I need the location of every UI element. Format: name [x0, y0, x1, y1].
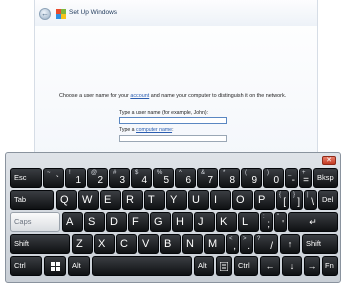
key-h[interactable]: H: [172, 212, 193, 232]
key-x[interactable]: X: [94, 234, 115, 254]
key-w[interactable]: W: [78, 190, 99, 210]
key-ctrl-right[interactable]: Ctrl: [234, 256, 258, 276]
key-right-bracket[interactable]: }]: [290, 190, 303, 210]
account-link[interactable]: account: [130, 93, 149, 99]
key-fn[interactable]: Fn: [322, 256, 338, 276]
key-arrow-right[interactable]: →: [304, 256, 320, 276]
key-4[interactable]: $4: [131, 168, 152, 188]
key-slash[interactable]: ? /: [254, 234, 278, 254]
instruction-text: Choose a user name for your account and …: [59, 93, 287, 99]
key-period[interactable]: >.: [240, 234, 253, 254]
key-esc[interactable]: Esc: [10, 168, 42, 188]
computer-name-input[interactable]: [119, 135, 227, 142]
setup-window: ← Set Up Windows Choose a user name for …: [34, 0, 318, 158]
menu-icon: [220, 262, 228, 271]
key-g[interactable]: G: [150, 212, 171, 232]
up-arrow-icon: ↑: [287, 239, 293, 249]
right-arrow-icon: →: [307, 261, 317, 271]
back-button[interactable]: ←: [39, 8, 51, 20]
key-q[interactable]: Q: [56, 190, 77, 210]
title-bar: ← Set Up Windows: [35, 0, 317, 26]
key-c[interactable]: C: [116, 234, 137, 254]
key-equals[interactable]: + =: [299, 168, 312, 188]
windows-icon: [51, 262, 60, 271]
key-semicolon[interactable]: :;: [260, 212, 273, 232]
key-m[interactable]: M: [204, 234, 225, 254]
username-input[interactable]: [119, 117, 227, 124]
key-arrow-down[interactable]: ↓: [282, 256, 302, 276]
key-l[interactable]: L: [238, 212, 259, 232]
left-arrow-icon: ←: [265, 261, 275, 271]
on-screen-keyboard: ✕ Esc ~ ` ! 1 @2 #3 $4 % 5 ^ 6 & 7 * 8 (9 ) 0 _…: [5, 152, 341, 283]
username-label: Type a user name (for example, John):: [119, 110, 209, 116]
key-7[interactable]: & 7: [197, 168, 218, 188]
windows-logo-icon: [56, 9, 66, 19]
key-j[interactable]: J: [194, 212, 215, 232]
key-minus[interactable]: _ -: [285, 168, 298, 188]
key-quote[interactable]: " ': [274, 212, 287, 232]
key-ctrl-left[interactable]: Ctrl: [10, 256, 42, 276]
key-b[interactable]: B: [160, 234, 181, 254]
key-e[interactable]: E: [100, 190, 121, 210]
key-shift-right[interactable]: Shift: [302, 234, 338, 254]
key-caps-lock[interactable]: Caps: [10, 212, 60, 232]
key-backtick[interactable]: ~ `: [43, 168, 64, 188]
computer-name-label: Type a computer name:: [119, 127, 174, 133]
key-6[interactable]: ^ 6: [175, 168, 196, 188]
key-t[interactable]: T: [144, 190, 165, 210]
enter-arrow-icon: ↵: [309, 217, 317, 227]
key-comma[interactable]: <,: [226, 234, 239, 254]
key-f[interactable]: F: [128, 212, 149, 232]
key-tab[interactable]: Tab: [10, 190, 54, 210]
close-keyboard-button[interactable]: ✕: [322, 156, 336, 165]
key-space[interactable]: [92, 256, 192, 276]
key-s[interactable]: S: [84, 212, 105, 232]
key-alt-left[interactable]: Alt: [68, 256, 90, 276]
key-y[interactable]: Y: [166, 190, 187, 210]
back-arrow-icon: ←: [41, 9, 49, 18]
key-d[interactable]: D: [106, 212, 127, 232]
key-shift-left[interactable]: Shift: [10, 234, 70, 254]
key-1[interactable]: ! 1: [65, 168, 86, 188]
key-alt-right[interactable]: Alt: [194, 256, 214, 276]
key-o[interactable]: O: [232, 190, 253, 210]
key-p[interactable]: P: [254, 190, 275, 210]
key-5[interactable]: % 5: [153, 168, 174, 188]
key-left-bracket[interactable]: {[: [276, 190, 289, 210]
key-3[interactable]: #3: [109, 168, 130, 188]
key-enter[interactable]: ↵: [288, 212, 338, 232]
key-arrow-left[interactable]: ←: [260, 256, 280, 276]
window-title: Set Up Windows: [69, 9, 118, 16]
key-menu[interactable]: [216, 256, 232, 276]
key-arrow-up[interactable]: ↑: [280, 234, 300, 254]
key-r[interactable]: R: [122, 190, 143, 210]
key-0[interactable]: ) 0: [263, 168, 284, 188]
key-v[interactable]: V: [138, 234, 159, 254]
key-2[interactable]: @2: [87, 168, 108, 188]
close-icon: ✕: [326, 157, 332, 164]
key-windows[interactable]: [44, 256, 66, 276]
key-a[interactable]: A: [62, 212, 83, 232]
key-backspace[interactable]: Bksp: [313, 168, 338, 188]
key-delete[interactable]: Del: [318, 190, 338, 210]
down-arrow-icon: ↓: [289, 261, 295, 271]
key-9[interactable]: (9: [241, 168, 262, 188]
key-i[interactable]: I: [210, 190, 231, 210]
key-k[interactable]: K: [216, 212, 237, 232]
key-z[interactable]: Z: [72, 234, 93, 254]
key-n[interactable]: N: [182, 234, 203, 254]
computer-name-link[interactable]: computer name: [136, 127, 172, 133]
key-u[interactable]: U: [188, 190, 209, 210]
key-8[interactable]: * 8: [219, 168, 240, 188]
key-backslash[interactable]: | \: [304, 190, 317, 210]
